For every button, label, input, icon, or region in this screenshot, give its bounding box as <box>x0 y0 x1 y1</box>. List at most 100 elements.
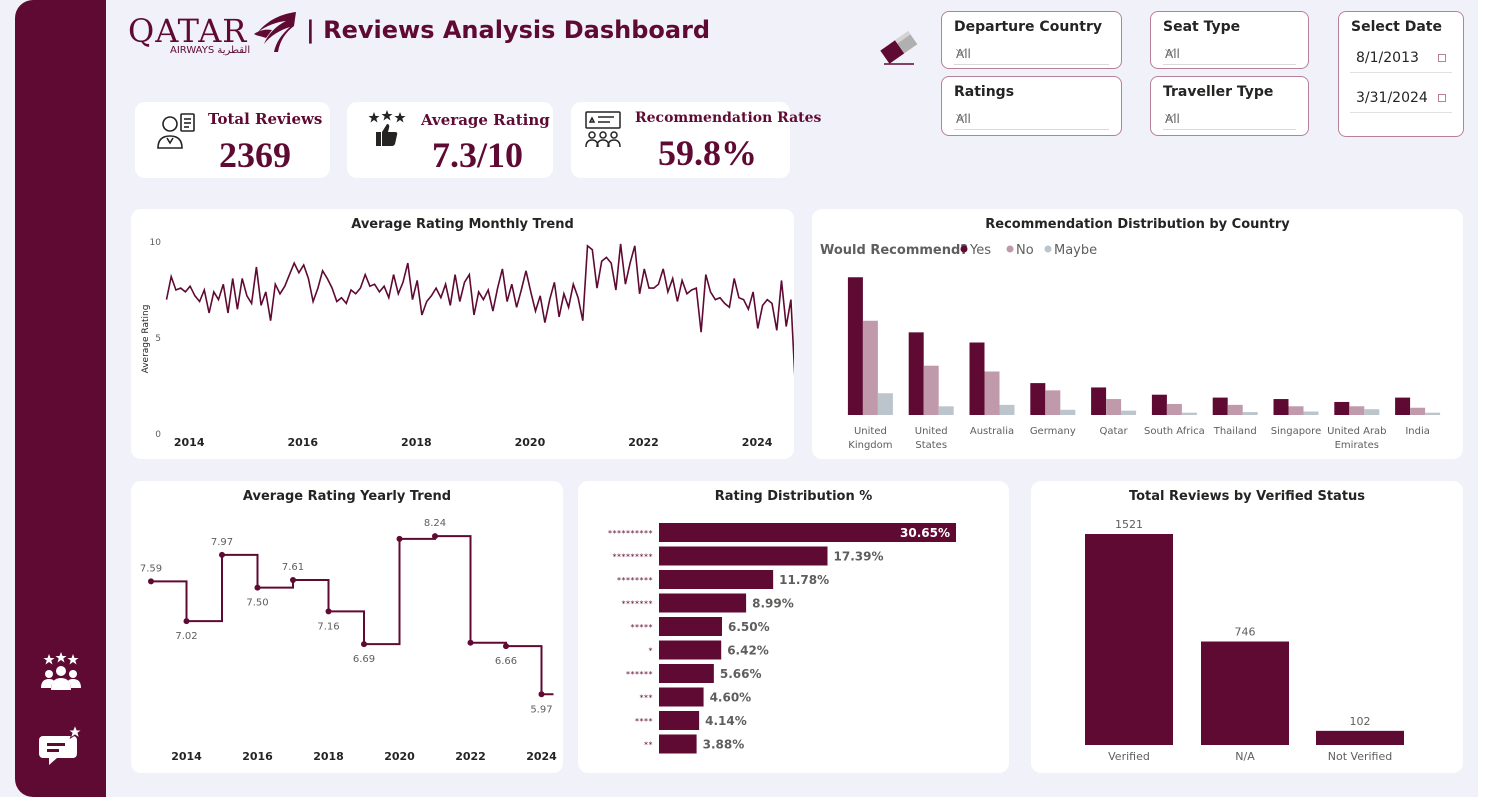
seat-type-filter[interactable]: Seat Type All ⌵ <box>1150 11 1309 69</box>
review-star-icon[interactable] <box>37 722 85 770</box>
rating-distribution-chart: ********** 30.65%********* 17.39%******** 1… <box>608 523 956 754</box>
end-date-input[interactable]: 3/31/2024 <box>1350 84 1452 113</box>
yearly-point <box>325 608 332 615</box>
monthly-trend-card: Average Rating Monthly Trend 0 5 10 Average… <box>131 209 794 459</box>
logo-subtext: AIRWAYS القطرية <box>170 45 251 56</box>
bar-maybe <box>938 406 954 415</box>
yearly-point <box>538 691 545 698</box>
rating-bar <box>659 617 722 636</box>
oryx-icon <box>254 12 296 52</box>
eraser-icon[interactable] <box>876 26 920 68</box>
kpi-total-reviews-label: Total Reviews <box>208 110 323 128</box>
ratings-label: Ratings <box>954 84 1015 100</box>
bar-no <box>984 371 1000 415</box>
bar-no <box>1349 406 1365 415</box>
yearly-point <box>183 618 190 625</box>
chevron-down-icon: ⌵ <box>956 108 966 123</box>
verified-status-chart: 1521 Verified 746 N/A 102 Not Verified <box>1085 518 1404 763</box>
yearly-trend-chart: 7.59 7.02 7.97 7.50 7.61 7.16 6.69 8.24 6.66 5.97… <box>140 518 557 763</box>
y-tick-label: ** <box>644 741 653 750</box>
x-tick-label: United <box>915 426 948 437</box>
legend-marker-no <box>1006 245 1014 253</box>
data-label: 102 <box>1350 715 1371 728</box>
monthly-rating-line <box>165 243 794 377</box>
x-tick-label: 2014 <box>171 750 202 763</box>
y-axis-label: Average Rating <box>141 305 151 374</box>
dashboard-canvas: QATAR AIRWAYS القطرية | Reviews Analysis… <box>0 0 1478 797</box>
bar-maybe <box>1060 409 1076 415</box>
start-date-value: 8/1/2013 <box>1356 50 1419 66</box>
bar-maybe <box>999 404 1015 415</box>
calendar-icon[interactable] <box>1438 94 1446 102</box>
page-title: | Reviews Analysis Dashboard <box>306 16 711 44</box>
x-tick-label: 2022 <box>628 436 659 449</box>
bar-no <box>1166 403 1182 415</box>
bar-yes <box>1091 387 1107 415</box>
chevron-down-icon: ⌵ <box>1165 108 1175 123</box>
rating-bar <box>659 711 700 730</box>
data-label: 6.42% <box>727 644 769 658</box>
team-stars-icon[interactable] <box>37 648 85 696</box>
traveller-type-dropdown[interactable]: All ⌵ <box>1163 107 1296 130</box>
data-label: 7.61 <box>282 562 304 573</box>
x-tick-label: 2016 <box>287 436 318 449</box>
data-label: 8.24 <box>424 518 446 529</box>
ratings-filter[interactable]: Ratings All ⌵ <box>941 76 1122 136</box>
data-label: 7.50 <box>246 598 268 609</box>
calendar-icon[interactable] <box>1438 54 1446 62</box>
end-date-value: 3/31/2024 <box>1356 90 1428 106</box>
x-tick-label: South Africa <box>1144 426 1205 437</box>
data-label: 7.97 <box>211 537 233 548</box>
x-tick-label: India <box>1405 426 1430 437</box>
bar-maybe <box>1181 412 1197 415</box>
kpi-average-rating-value: 7.3/10 <box>432 135 524 175</box>
start-date-input[interactable]: 8/1/2013 <box>1350 44 1452 73</box>
data-label: 8.99% <box>752 597 794 611</box>
y-tick-label: ********* <box>613 553 654 562</box>
legend-title: Would Recommend? <box>820 243 968 258</box>
departure-country-filter[interactable]: Departure Country All ⌵ <box>941 11 1122 69</box>
departure-country-label: Departure Country <box>954 19 1102 35</box>
yearly-trend-card: Average Rating Yearly Trend 7.59 7.02 7.97… <box>131 481 563 773</box>
x-tick-label: N/A <box>1235 750 1255 763</box>
kpi-average-rating: Average Rating 7.3/10 <box>347 102 553 178</box>
traveller-type-filter[interactable]: Traveller Type All ⌵ <box>1150 76 1309 136</box>
x-tick-label: Emirates <box>1335 440 1379 451</box>
data-label: 5.66% <box>720 667 762 681</box>
bar-maybe <box>1364 409 1380 415</box>
ratings-dropdown[interactable]: All ⌵ <box>954 107 1109 130</box>
rating-bar <box>659 664 714 683</box>
x-tick-label: 2014 <box>174 436 205 449</box>
date-filter[interactable]: Select Date 8/1/2013 3/31/2024 <box>1338 11 1464 137</box>
airline-logo: QATAR AIRWAYS القطرية <box>128 10 300 60</box>
seat-type-dropdown[interactable]: All ⌵ <box>1163 42 1296 65</box>
data-label: 4.60% <box>710 691 752 705</box>
y-tick-label: 5 <box>155 334 161 344</box>
data-label: 6.50% <box>728 620 770 634</box>
seat-type-label: Seat Type <box>1163 19 1241 35</box>
x-tick-label: Thailand <box>1213 426 1257 437</box>
star-thumb-icon <box>368 110 406 146</box>
bar-no <box>1288 406 1304 415</box>
x-tick-label: Australia <box>970 426 1014 437</box>
bar-yes <box>1334 401 1350 415</box>
yearly-point <box>148 578 154 585</box>
departure-country-dropdown[interactable]: All ⌵ <box>954 42 1109 65</box>
kpi-total-reviews: Total Reviews 2369 <box>135 102 330 178</box>
x-tick-label: United Arab <box>1327 426 1386 437</box>
x-tick-label: 2016 <box>242 750 273 763</box>
kpi-recommendation-value: 59.8% <box>658 133 757 173</box>
bar-maybe <box>1425 412 1441 415</box>
bar-yes <box>969 342 985 415</box>
y-tick-label: 0 <box>155 430 161 440</box>
x-tick-label: Singapore <box>1271 426 1321 437</box>
data-label: 11.78% <box>779 573 829 587</box>
date-filter-label: Select Date <box>1351 19 1442 35</box>
bar-yes <box>1151 394 1167 415</box>
data-label: 1521 <box>1115 518 1143 531</box>
yearly-point <box>467 639 474 646</box>
bar-yes <box>1395 397 1411 415</box>
recommend-board-icon <box>585 111 621 148</box>
x-tick-label: Verified <box>1108 750 1150 763</box>
bar-yes <box>908 332 924 415</box>
